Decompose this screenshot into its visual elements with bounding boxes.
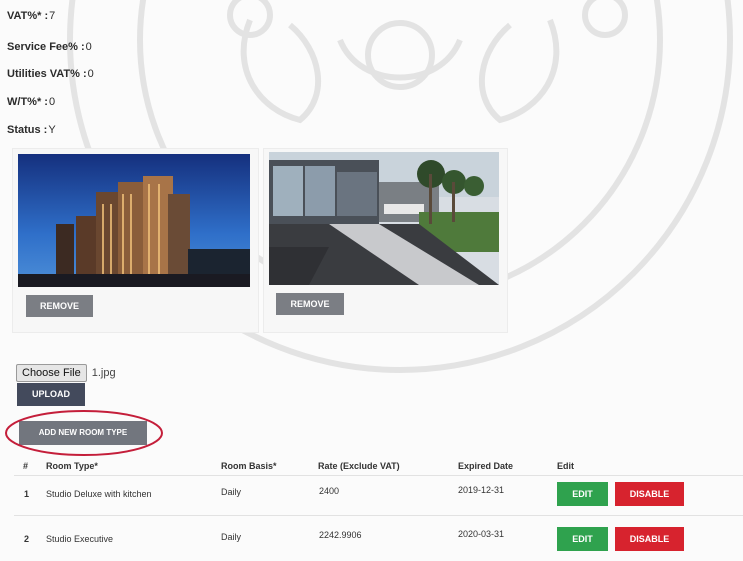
vat-value: 7 <box>49 10 56 22</box>
room-type-cell: Studio Deluxe with kitchen <box>46 489 152 499</box>
utilities-vat-field: Utilities VAT% :0 <box>7 68 94 80</box>
header-rate: Rate (Exclude VAT) <box>318 461 400 471</box>
service-fee-field: Service Fee% :0 <box>7 41 92 53</box>
file-input[interactable]: Choose File 1.jpg <box>16 364 116 382</box>
room-basis-cell: Daily <box>221 487 242 497</box>
wt-field: W/T%* :0 <box>7 96 55 108</box>
header-room-basis: Room Basis* <box>221 461 277 471</box>
expired-date-cell: 2019-12-31 <box>458 485 505 495</box>
building-night-photo <box>18 154 250 287</box>
header-number: # <box>23 461 29 471</box>
header-edit: Edit <box>557 461 574 471</box>
choose-file-button[interactable]: Choose File <box>16 364 87 382</box>
vat-label: VAT%* : <box>7 10 49 22</box>
add-new-room-type-button[interactable]: ADD NEW ROOM TYPE <box>19 421 147 445</box>
disable-row-1-button[interactable]: DISABLE <box>615 482 684 506</box>
service-fee-label: Service Fee% : <box>7 41 85 53</box>
row-number: 2 <box>24 534 30 544</box>
room-basis-cell: Daily <box>221 532 242 542</box>
status-field: Status :Y <box>7 124 56 136</box>
status-value: Y <box>48 124 56 136</box>
room-type-cell: Studio Executive <box>46 534 114 544</box>
table-divider <box>14 475 743 476</box>
rate-cell: 2400 <box>319 486 340 496</box>
remove-image-1-button[interactable]: REMOVE <box>26 295 93 317</box>
utilities-vat-value: 0 <box>87 68 94 80</box>
remove-image-2-button[interactable]: REMOVE <box>276 293 344 315</box>
edit-row-2-button[interactable]: EDIT <box>557 527 608 551</box>
status-label: Status : <box>7 124 48 136</box>
service-fee-value: 0 <box>85 41 92 53</box>
expired-date-cell: 2020-03-31 <box>458 529 505 539</box>
utilities-vat-label: Utilities VAT% : <box>7 68 87 80</box>
building-entrance-photo <box>269 152 499 285</box>
upload-button[interactable]: UPLOAD <box>17 383 85 406</box>
row-number: 1 <box>24 489 30 499</box>
table-divider <box>14 515 743 516</box>
edit-row-1-button[interactable]: EDIT <box>557 482 608 506</box>
wt-label: W/T%* : <box>7 96 48 108</box>
rate-cell: 2242.9906 <box>319 530 362 540</box>
selected-file-name: 1.jpg <box>91 367 116 379</box>
vat-field: VAT%* :7 <box>7 10 55 22</box>
header-expired-date: Expired Date <box>458 461 514 471</box>
wt-value: 0 <box>48 96 56 108</box>
disable-row-2-button[interactable]: DISABLE <box>615 527 684 551</box>
header-room-type: Room Type* <box>46 461 98 471</box>
